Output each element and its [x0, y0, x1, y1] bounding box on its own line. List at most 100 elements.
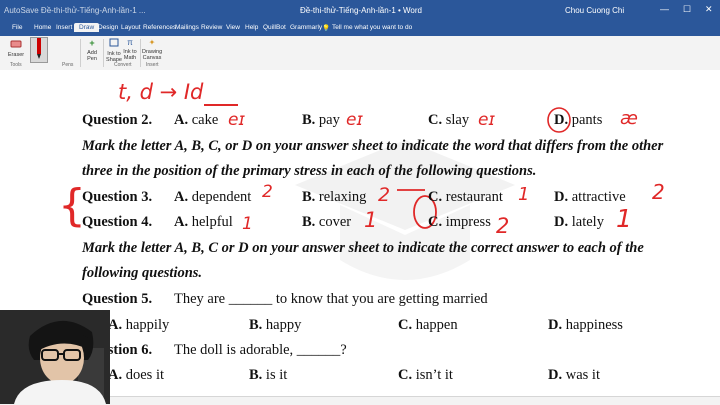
tell-me-search[interactable]: Tell me what you want to do [332, 24, 412, 31]
tab-grammarly[interactable]: Grammarly [290, 24, 322, 31]
pens-group-label: Pens [62, 62, 74, 68]
q4-c-text: impress [445, 214, 491, 230]
maximize-button[interactable]: ☐ [683, 4, 691, 15]
ribbon-separator [80, 39, 81, 67]
ink-to-math-button[interactable]: π Ink to Math [122, 38, 138, 61]
q2-option-c: C. slay [428, 112, 469, 129]
minimize-button[interactable]: — [660, 4, 669, 14]
q3-c-text: restaurant [445, 189, 503, 205]
ink-q2a: eɪ [228, 110, 245, 130]
letter-a: A. [108, 367, 123, 383]
q6-b-text: is it [265, 367, 288, 383]
insert-group-label: Insert [146, 62, 159, 68]
add-pen-button[interactable]: + Add Pen [84, 38, 100, 62]
question-5-label: Question 5. [82, 291, 153, 307]
plus-icon: + [89, 38, 95, 48]
q5-option-d: D. happiness [548, 317, 623, 334]
ink-to-shape-button[interactable]: Ink to Shape [106, 38, 122, 63]
user-name[interactable]: Chou Cuong Chi [565, 6, 624, 15]
tab-design[interactable]: Design [98, 24, 118, 31]
letter-d: D. [548, 367, 563, 383]
tools-group-label: Tools [10, 62, 22, 68]
letter-a: A. [174, 112, 189, 128]
tab-help[interactable]: Help [245, 24, 258, 31]
canvas-icon: ✦ [148, 38, 156, 47]
ink-q4d: 1 [616, 204, 632, 233]
q2-d-text: pants [571, 112, 603, 128]
ink-q2b: eɪ [346, 110, 363, 130]
letter-d: D. [548, 317, 563, 333]
q5-option-c: C. happen [398, 317, 458, 334]
presenter-image [0, 310, 110, 404]
q2-a-text: cake [191, 112, 219, 128]
pen-black-button[interactable] [30, 37, 48, 63]
letter-a: A. [174, 189, 189, 205]
ink-q3c: 1 [518, 184, 530, 205]
q2-c-text: slay [445, 112, 470, 128]
letter-a: A. [174, 214, 189, 230]
ribbon-separator [103, 39, 104, 67]
tab-references[interactable]: References [143, 24, 176, 31]
instruction-2-line-1: Mark the letter A, B, C or D on your ans… [82, 240, 644, 256]
instruction-1-line-1: Mark the letter A, B, C, or D on your an… [82, 138, 664, 154]
tab-file[interactable]: File [12, 24, 22, 31]
letter-c: C. [428, 112, 443, 128]
q4-b-text: cover [318, 214, 352, 230]
ink-to-math-label: Ink to Math [123, 49, 137, 61]
pen-icon [37, 38, 41, 59]
ink-q3b: 2 [378, 184, 391, 206]
q6-a-text: does it [125, 367, 164, 383]
q6-option-a: A. does it [108, 367, 164, 384]
quick-access-toolbar[interactable]: AutoSave Đề-thi-thử-Tiếng-Anh-lần-1 ... [4, 6, 146, 15]
ink-q4b: 1 [364, 208, 378, 232]
eraser-label: Eraser [7, 52, 25, 58]
drawing-canvas-button[interactable]: ✦ Drawing Canvas [142, 38, 162, 61]
close-button[interactable]: ✕ [705, 4, 713, 15]
q5-stem: They are ______ to know that you are get… [174, 291, 488, 307]
eraser-button[interactable]: Eraser [6, 38, 26, 58]
ink-q4a: 1 [242, 214, 253, 234]
q4-option-a: A. helpful [174, 214, 233, 231]
ink-q2c: eɪ [478, 110, 495, 130]
tab-home[interactable]: Home [34, 24, 51, 31]
question-3-label: Question 3. [82, 189, 153, 205]
q3-option-c: C. restaurant [428, 189, 503, 206]
convert-group-label: Convert [114, 62, 132, 68]
lightbulb-icon: 💡 [322, 25, 331, 32]
eraser-icon [6, 38, 26, 50]
ink-q3a: 2 [262, 182, 273, 202]
letter-b: B. [249, 317, 263, 333]
add-pen-label: Add Pen [87, 50, 97, 62]
ink-q3d: 2 [652, 180, 665, 204]
q2-option-b: B. pay [302, 112, 340, 129]
q5-c-text: happen [415, 317, 458, 333]
letter-b: B. [302, 189, 316, 205]
tab-insert[interactable]: Insert [56, 24, 72, 31]
tab-view[interactable]: View [226, 24, 240, 31]
webcam-overlay [0, 310, 110, 404]
shape-icon [106, 38, 122, 49]
q3-option-a: A. dependent [174, 189, 251, 206]
q6-option-b: B. is it [249, 367, 287, 384]
q4-option-c: C. impress [428, 214, 491, 231]
draw-ribbon: Eraser Tools Pens + Add Pen Ink to Shape… [0, 36, 720, 71]
tab-mailings[interactable]: Mailings [175, 24, 199, 31]
letter-d: D. [554, 214, 569, 230]
ribbon-tabs: File Home Insert Draw Design Layout Refe… [0, 22, 720, 36]
q6-stem: The doll is adorable, ______? [174, 342, 347, 358]
q2-option-a: A. cake [174, 112, 218, 129]
q6-option-d: D. was it [548, 367, 600, 384]
ink-underline [204, 104, 238, 106]
tab-layout[interactable]: Layout [121, 24, 141, 31]
q3-a-text: dependent [191, 189, 252, 205]
tab-draw[interactable]: Draw [74, 23, 100, 32]
q3-option-b: B. relaxing [302, 189, 366, 206]
question-2-label: Question 2. [82, 112, 153, 128]
q6-c-text: isn’t it [415, 367, 453, 383]
letter-c: C. [398, 317, 413, 333]
drawing-canvas-label: Drawing Canvas [142, 49, 163, 61]
instruction-1-line-2: three in the position of the primary str… [82, 163, 537, 179]
tab-quillbot[interactable]: QuillBot [263, 24, 286, 31]
tab-review[interactable]: Review [201, 24, 222, 31]
ribbon-separator [140, 39, 141, 67]
